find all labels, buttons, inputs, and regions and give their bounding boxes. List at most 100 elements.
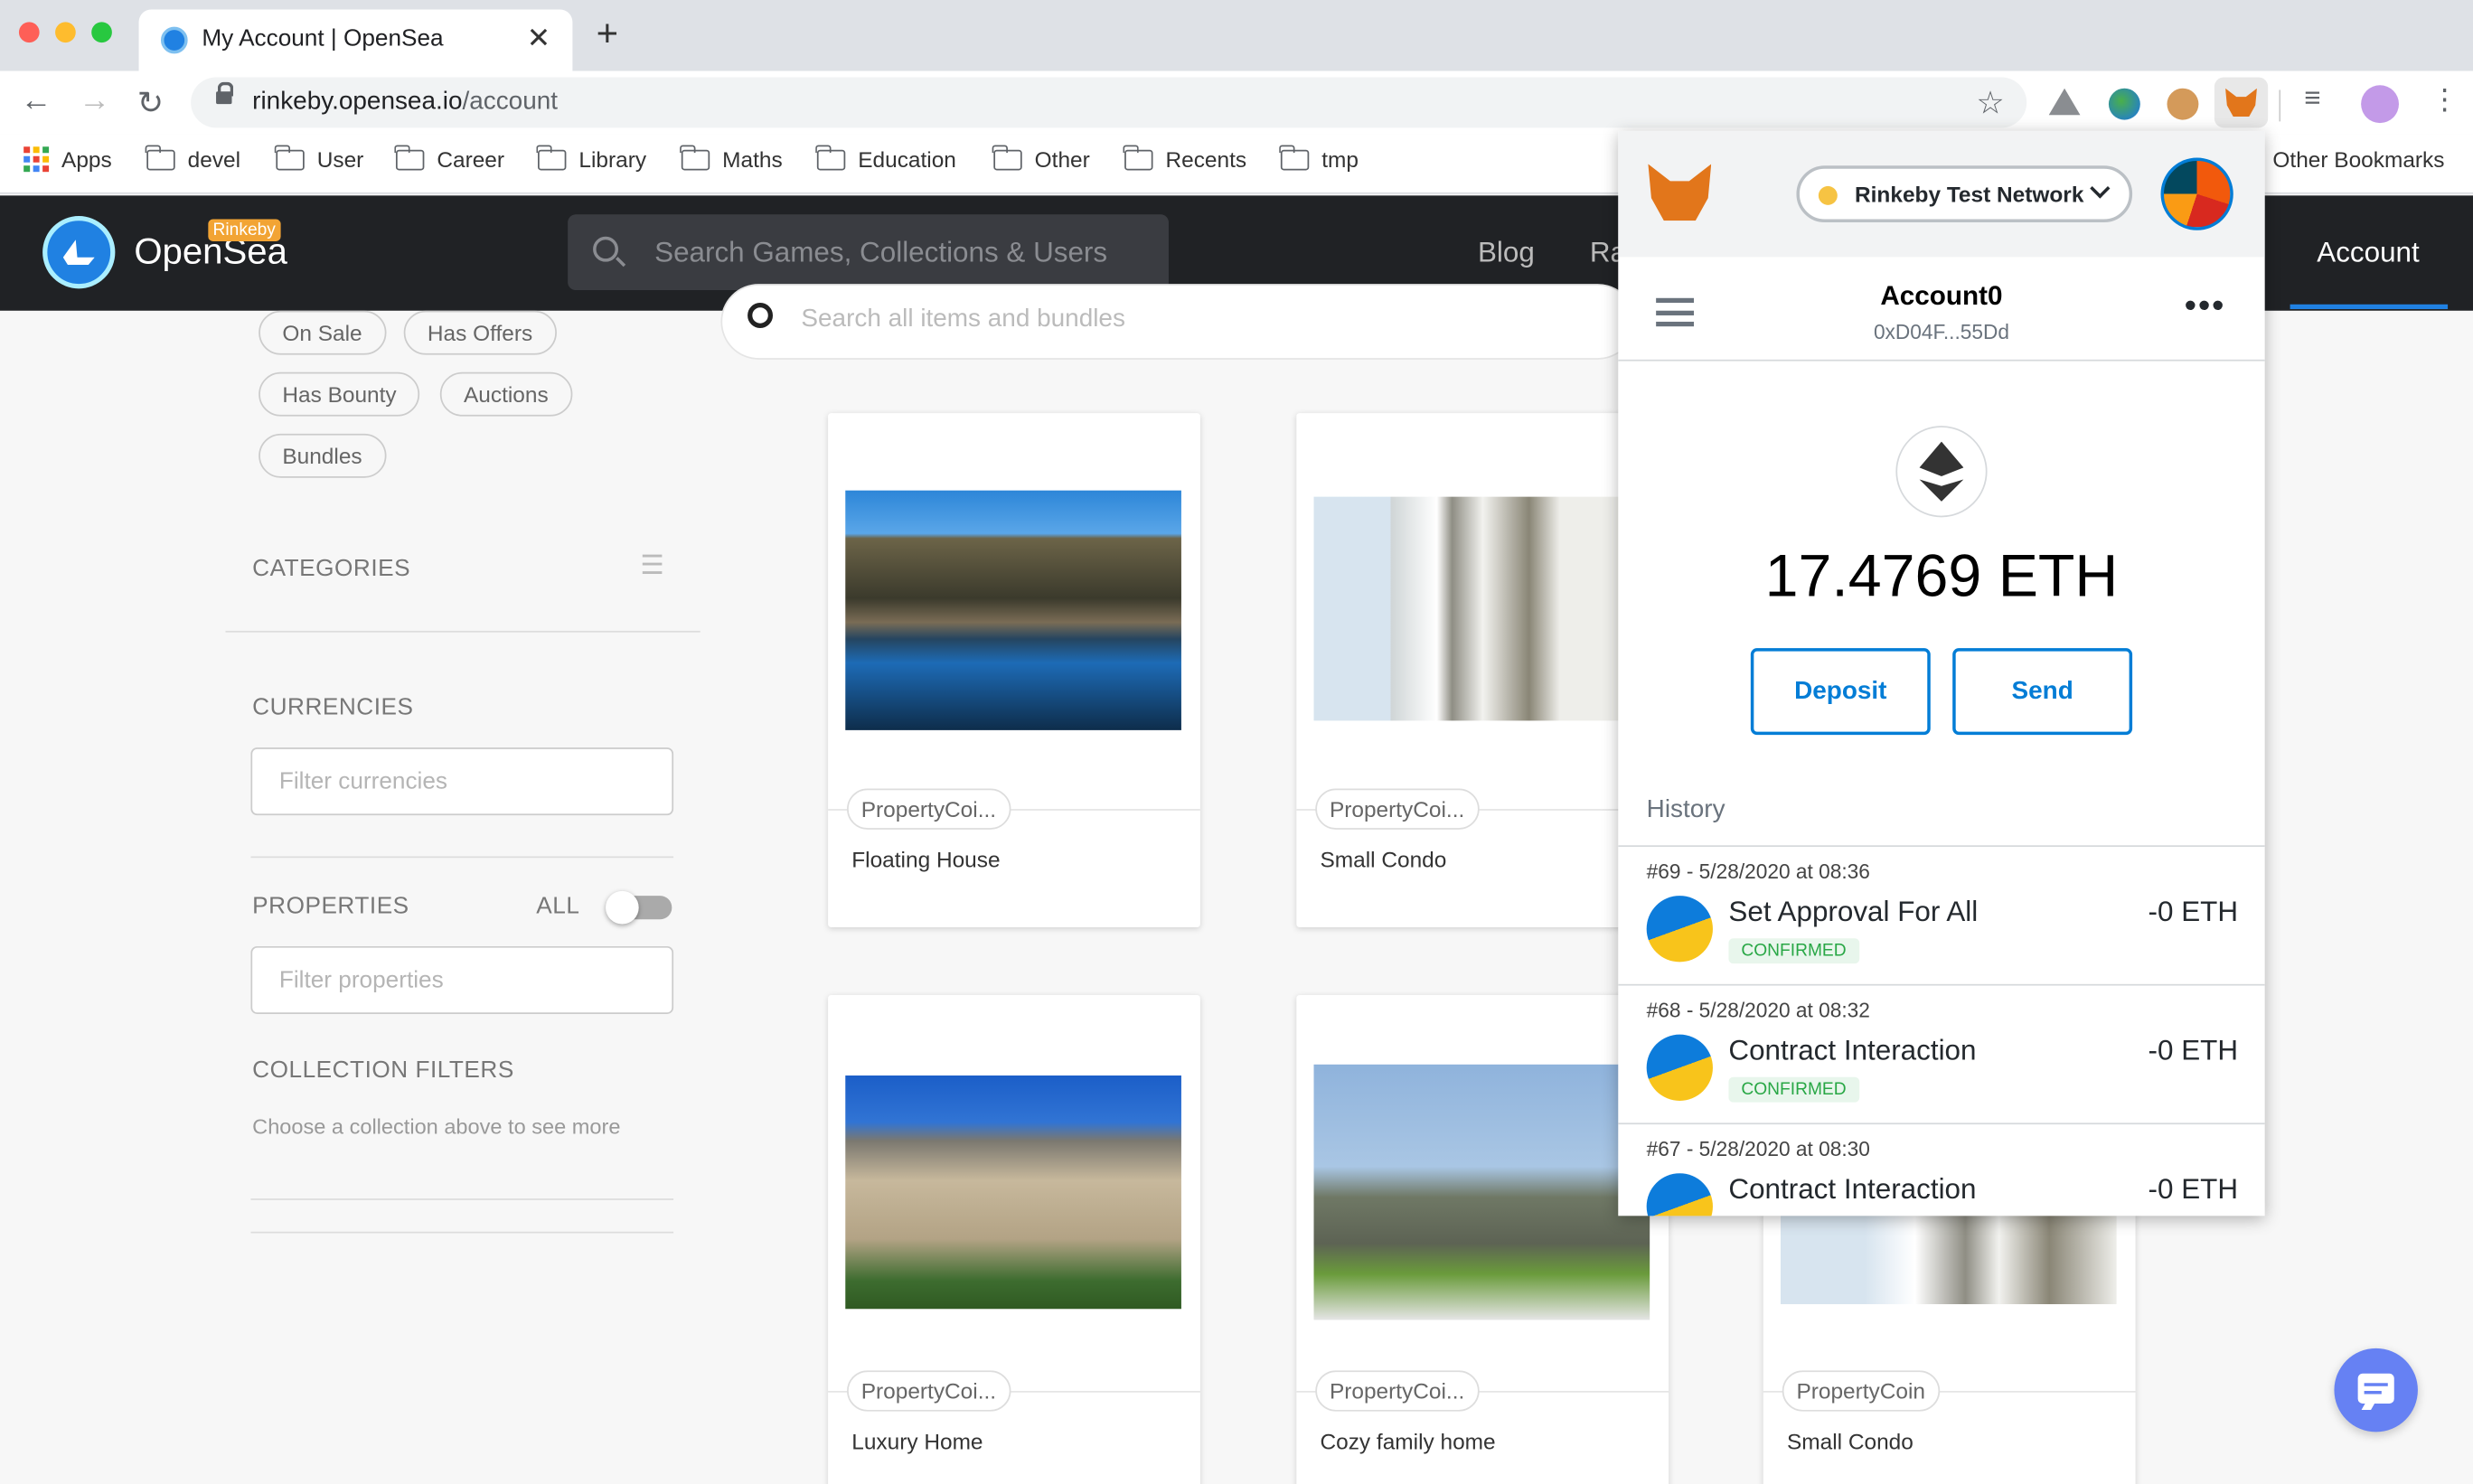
transaction-title: Set Approval For All: [1728, 896, 1979, 928]
section-divider: [250, 856, 674, 859]
collection-hint: Choose a collection above to see more: [252, 1114, 621, 1139]
transaction-title: Contract Interaction: [1728, 1034, 1977, 1066]
chat-support-button[interactable]: [2334, 1348, 2418, 1432]
send-button[interactable]: Send: [1952, 648, 2133, 736]
transaction-row[interactable]: #68 - 5/28/2020 at 08:32 Contract Intera…: [1618, 983, 2265, 1123]
floating-house-image: [845, 490, 1181, 730]
minimize-window-button[interactable]: [55, 22, 76, 43]
collection-filters-heading: COLLECTION FILTERS: [252, 1057, 514, 1084]
collection-chip[interactable]: PropertyCoi...: [847, 788, 1011, 830]
bookmark-devel[interactable]: devel: [145, 144, 240, 172]
new-tab-button[interactable]: +: [597, 15, 618, 53]
folder-icon: [274, 144, 305, 170]
apps-grid-icon: [24, 146, 50, 173]
tab-title: My Account | OpenSea: [202, 24, 444, 52]
asset-name: Small Condo: [1320, 847, 1447, 872]
reload-icon[interactable]: ↻: [137, 83, 164, 123]
small-condo-image: [1313, 496, 1622, 721]
chat-line: [2364, 1383, 2388, 1386]
search-placeholder: Search Games, Collections & Users: [654, 236, 1108, 268]
properties-toggle[interactable]: [606, 890, 672, 925]
categories-heading[interactable]: CATEGORIES: [252, 555, 410, 582]
account-name[interactable]: Account0: [1618, 281, 2264, 313]
asset-card[interactable]: PropertyCoi... Luxury Home: [828, 995, 1200, 1484]
bookmark-library[interactable]: Library: [536, 144, 646, 172]
bookmark-career[interactable]: Career: [394, 144, 504, 172]
account-options-icon[interactable]: •••: [2185, 286, 2226, 326]
browser-menu-icon[interactable]: ⋮: [2431, 83, 2459, 117]
metamask-header: Rinkeby Test Network: [1618, 130, 2265, 258]
lock-icon: [216, 81, 234, 105]
bookmark-user[interactable]: User: [274, 144, 363, 172]
globe-extension-icon[interactable]: [2108, 88, 2140, 120]
collection-chip[interactable]: PropertyCoi...: [1315, 788, 1480, 830]
eth-diamond-top: [1919, 441, 1964, 476]
filter-currencies-input[interactable]: Filter currencies: [250, 747, 674, 816]
account-address[interactable]: 0xD04F...55Dd: [1618, 320, 2264, 343]
address-bar[interactable]: rinkeby.opensea.io/account ☆: [191, 77, 2027, 128]
metamask-extension-button[interactable]: [2214, 77, 2269, 128]
forward-arrow-icon[interactable]: →: [79, 83, 110, 119]
bookmark-tmp[interactable]: tmp: [1279, 144, 1359, 172]
metamask-fox-icon[interactable]: [1648, 164, 1712, 221]
url-text: rinkeby.opensea.io/account: [252, 89, 558, 117]
bookmark-maths[interactable]: Maths: [680, 144, 783, 172]
back-arrow-icon[interactable]: ←: [21, 83, 52, 119]
browser-tab[interactable]: My Account | OpenSea ✕: [138, 9, 573, 71]
transaction-row[interactable]: #69 - 5/28/2020 at 08:36 Set Approval Fo…: [1618, 845, 2265, 984]
close-tab-icon[interactable]: ✕: [527, 22, 550, 55]
header-divider: [1618, 359, 2265, 362]
filter-bundles-pill[interactable]: Bundles: [259, 433, 386, 478]
search-icon: [593, 236, 619, 262]
bookmark-apps[interactable]: Apps: [24, 146, 112, 173]
bookmark-education[interactable]: Education: [815, 144, 956, 172]
asset-name: Floating House: [851, 847, 1001, 872]
bookmark-recents[interactable]: Recents: [1123, 144, 1246, 172]
bookmark-other[interactable]: Other: [992, 144, 1090, 172]
url-path: /account: [462, 88, 559, 116]
maximize-window-button[interactable]: [91, 22, 112, 43]
transaction-amount: -0 ETH: [2148, 1034, 2239, 1066]
asset-card[interactable]: PropertyCoi... Floating House: [828, 413, 1200, 928]
filter-has-offers-pill[interactable]: Has Offers: [403, 310, 557, 355]
collection-chip[interactable]: PropertyCoi...: [847, 1370, 1011, 1412]
search-icon: [748, 303, 774, 328]
opensea-logo-icon[interactable]: [42, 216, 116, 289]
transaction-row[interactable]: #67 - 5/28/2020 at 08:30 Contract Intera…: [1618, 1122, 2265, 1216]
filter-has-bounty-pill[interactable]: Has Bounty: [259, 371, 420, 417]
drive-extension-icon[interactable]: [2048, 88, 2081, 116]
filter-auctions-pill[interactable]: Auctions: [439, 371, 572, 417]
folder-icon: [992, 144, 1022, 170]
asset-card[interactable]: PropertyCoi... Cozy family home: [1296, 995, 1669, 1484]
nav-account-link[interactable]: Account: [2317, 237, 2420, 270]
bookmark-star-icon[interactable]: ☆: [1976, 83, 2004, 123]
filter-on-sale-pill[interactable]: On Sale: [259, 310, 386, 355]
cookie-extension-icon[interactable]: [2167, 88, 2199, 120]
asset-name: Small Condo: [1786, 1428, 1914, 1454]
metamask-popup: Rinkeby Test Network Account0 0xD04F...5…: [1618, 130, 2265, 1216]
deposit-button[interactable]: Deposit: [1750, 648, 1931, 736]
folder-icon: [680, 144, 710, 170]
items-search-input[interactable]: Search all items and bundles: [720, 284, 1636, 360]
filter-properties-input[interactable]: Filter properties: [250, 945, 674, 1014]
collection-chip[interactable]: PropertyCoi...: [1315, 1370, 1480, 1412]
other-bookmarks[interactable]: Other Bookmarks: [2272, 146, 2444, 172]
chat-bubble-icon: [2357, 1373, 2394, 1404]
list-icon[interactable]: ☰: [640, 550, 664, 582]
cozy-family-home-image: [1313, 1064, 1650, 1320]
network-badge: Rinkeby: [208, 219, 281, 241]
account-identicon[interactable]: [2160, 157, 2233, 230]
site-search-input[interactable]: Search Games, Collections & Users: [568, 214, 1169, 291]
network-selector[interactable]: Rinkeby Test Network: [1796, 165, 2133, 223]
transaction-amount: -0 ETH: [2148, 896, 2239, 928]
properties-all-label: ALL: [536, 892, 580, 920]
asset-card[interactable]: PropertyCoi... Small Condo: [1296, 413, 1669, 928]
collection-chip[interactable]: PropertyCoin: [1782, 1370, 1940, 1412]
close-window-button[interactable]: [18, 22, 40, 43]
folder-icon: [394, 144, 425, 170]
profile-avatar[interactable]: [2361, 85, 2399, 124]
media-queue-icon[interactable]: ≡: [2304, 82, 2320, 116]
ethereum-icon: [1895, 426, 1988, 518]
nav-blog-link[interactable]: Blog: [1478, 237, 1535, 270]
transaction-date: #67 - 5/28/2020 at 08:30: [1646, 1137, 1870, 1161]
